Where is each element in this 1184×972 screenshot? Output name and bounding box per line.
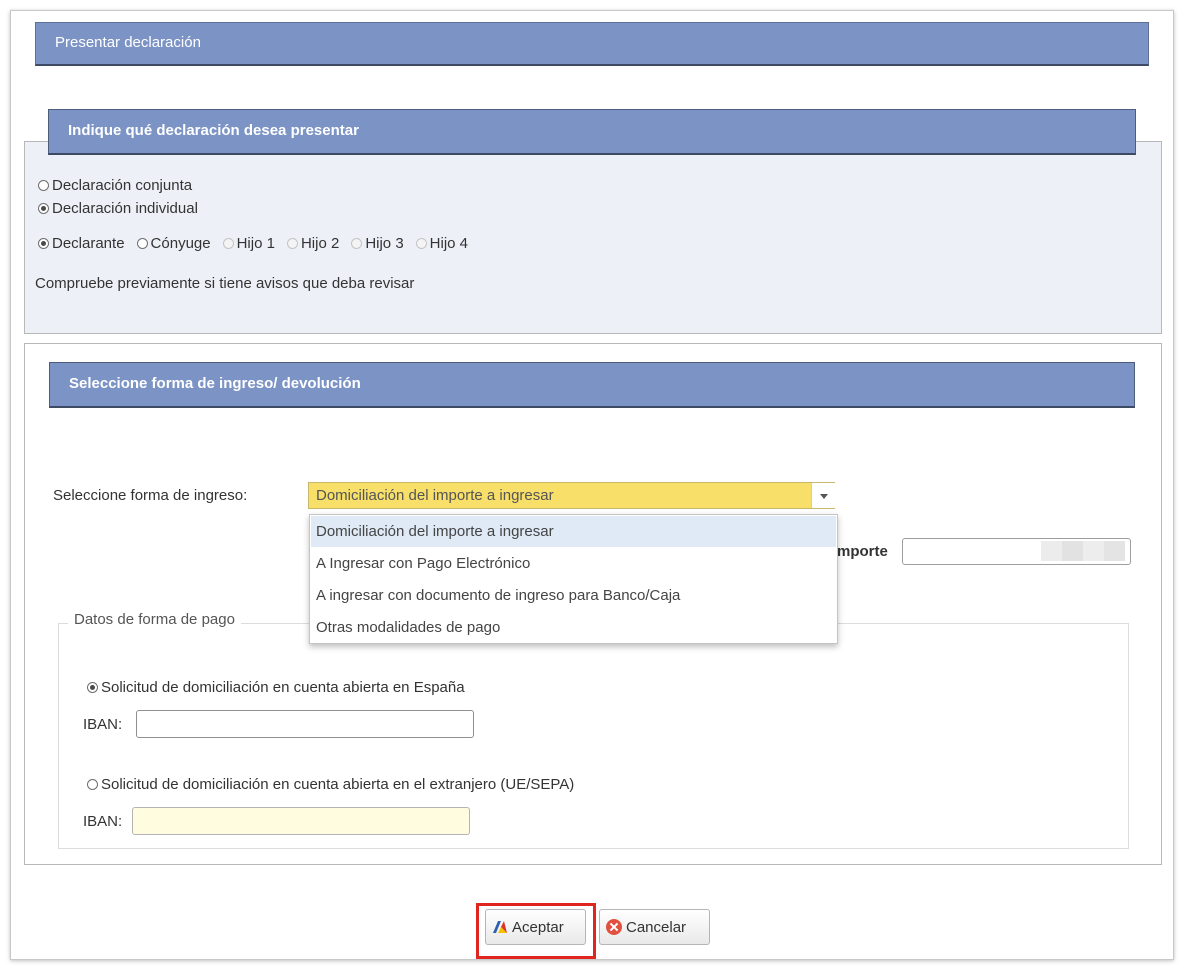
iban-extranjero-input[interactable] <box>132 807 470 835</box>
forma-ingreso-dropdown: Domiciliación del importe a ingresar A I… <box>309 514 838 644</box>
persona-hijo3-label: Hijo 3 <box>365 235 404 252</box>
persona-options: Declarante Cónyuge Hijo 1 Hijo 2 Hijo 3 … <box>38 235 480 252</box>
radio-hijo3 <box>351 238 363 249</box>
chevron-down-icon[interactable] <box>811 483 835 508</box>
aceptar-label: Aceptar <box>512 918 564 936</box>
iban-espana-input[interactable] <box>136 710 474 738</box>
persona-conyuge-label: Cónyuge <box>150 235 211 252</box>
radio-conyuge[interactable] <box>136 238 148 249</box>
avisos-text: Compruebe previamente si tiene avisos qu… <box>35 275 415 292</box>
declaracion-section-header: Indique qué declaración desea presentar <box>48 109 1136 155</box>
persona-hijo4-option: Hijo 4 <box>415 235 469 252</box>
tipo-individual-label: Declaración individual <box>52 200 198 217</box>
cancelar-label: Cancelar <box>626 918 687 936</box>
tipo-conjunta-label: Declaración conjunta <box>52 177 193 194</box>
importe-label: mporte <box>837 543 888 560</box>
domiciliacion-espana-option[interactable]: Solicitud de domiciliación en cuenta abi… <box>87 679 465 696</box>
radio-conjunta[interactable] <box>38 180 49 191</box>
radio-extranjero[interactable] <box>87 779 98 790</box>
cancelar-button[interactable]: Cancelar <box>599 909 710 945</box>
aeat-logo-icon <box>492 919 508 935</box>
radio-hijo2 <box>286 238 298 249</box>
domiciliacion-extranjero-option[interactable]: Solicitud de domiciliación en cuenta abi… <box>87 776 574 793</box>
tipo-individual-option[interactable]: Declaración individual <box>38 200 198 217</box>
domiciliacion-espana-label: Solicitud de domiciliación en cuenta abi… <box>101 679 465 696</box>
persona-hijo1-option: Hijo 1 <box>222 235 275 252</box>
persona-hijo1-label: Hijo 1 <box>236 235 275 252</box>
pago-section-header: Seleccione forma de ingreso/ devolución <box>49 362 1135 408</box>
dropdown-option-otras[interactable]: Otras modalidades de pago <box>311 612 836 643</box>
persona-hijo2-label: Hijo 2 <box>300 235 340 252</box>
iban-extranjero-label: IBAN: <box>83 813 123 830</box>
persona-hijo2-option: Hijo 2 <box>286 235 340 252</box>
radio-espana[interactable] <box>87 682 98 693</box>
presentar-declaracion-dialog: Presentar declaración Indique qué declar… <box>10 10 1174 960</box>
persona-conyuge-option[interactable]: Cónyuge <box>136 235 211 252</box>
datos-forma-pago-legend: Datos de forma de pago <box>68 609 241 631</box>
persona-declarante-label: Declarante <box>52 235 125 252</box>
dialog-title: Presentar declaración <box>35 22 1149 66</box>
forma-ingreso-select[interactable]: Domiciliación del importe a ingresar <box>308 482 835 509</box>
persona-hijo4-label: Hijo 4 <box>429 235 469 252</box>
radio-individual[interactable] <box>38 203 49 214</box>
radio-hijo4 <box>415 238 427 249</box>
persona-hijo3-option: Hijo 3 <box>351 235 404 252</box>
importe-value-redacted <box>1041 541 1125 561</box>
radio-declarante[interactable] <box>38 238 49 249</box>
aceptar-button[interactable]: Aceptar <box>485 909 586 945</box>
iban-espana-label: IBAN: <box>83 716 123 733</box>
persona-declarante-option[interactable]: Declarante <box>38 235 125 252</box>
domiciliacion-extranjero-label: Solicitud de domiciliación en cuenta abi… <box>101 776 575 793</box>
forma-ingreso-label: Seleccione forma de ingreso: <box>53 487 248 504</box>
dropdown-option-pago-electronico[interactable]: A Ingresar con Pago Electrónico <box>311 548 836 579</box>
tipo-conjunta-option[interactable]: Declaración conjunta <box>38 177 192 194</box>
dropdown-option-domiciliacion[interactable]: Domiciliación del importe a ingresar <box>311 516 836 547</box>
cancel-icon <box>606 919 622 935</box>
dropdown-option-documento-banco[interactable]: A ingresar con documento de ingreso para… <box>311 580 836 611</box>
radio-hijo1 <box>222 238 234 249</box>
